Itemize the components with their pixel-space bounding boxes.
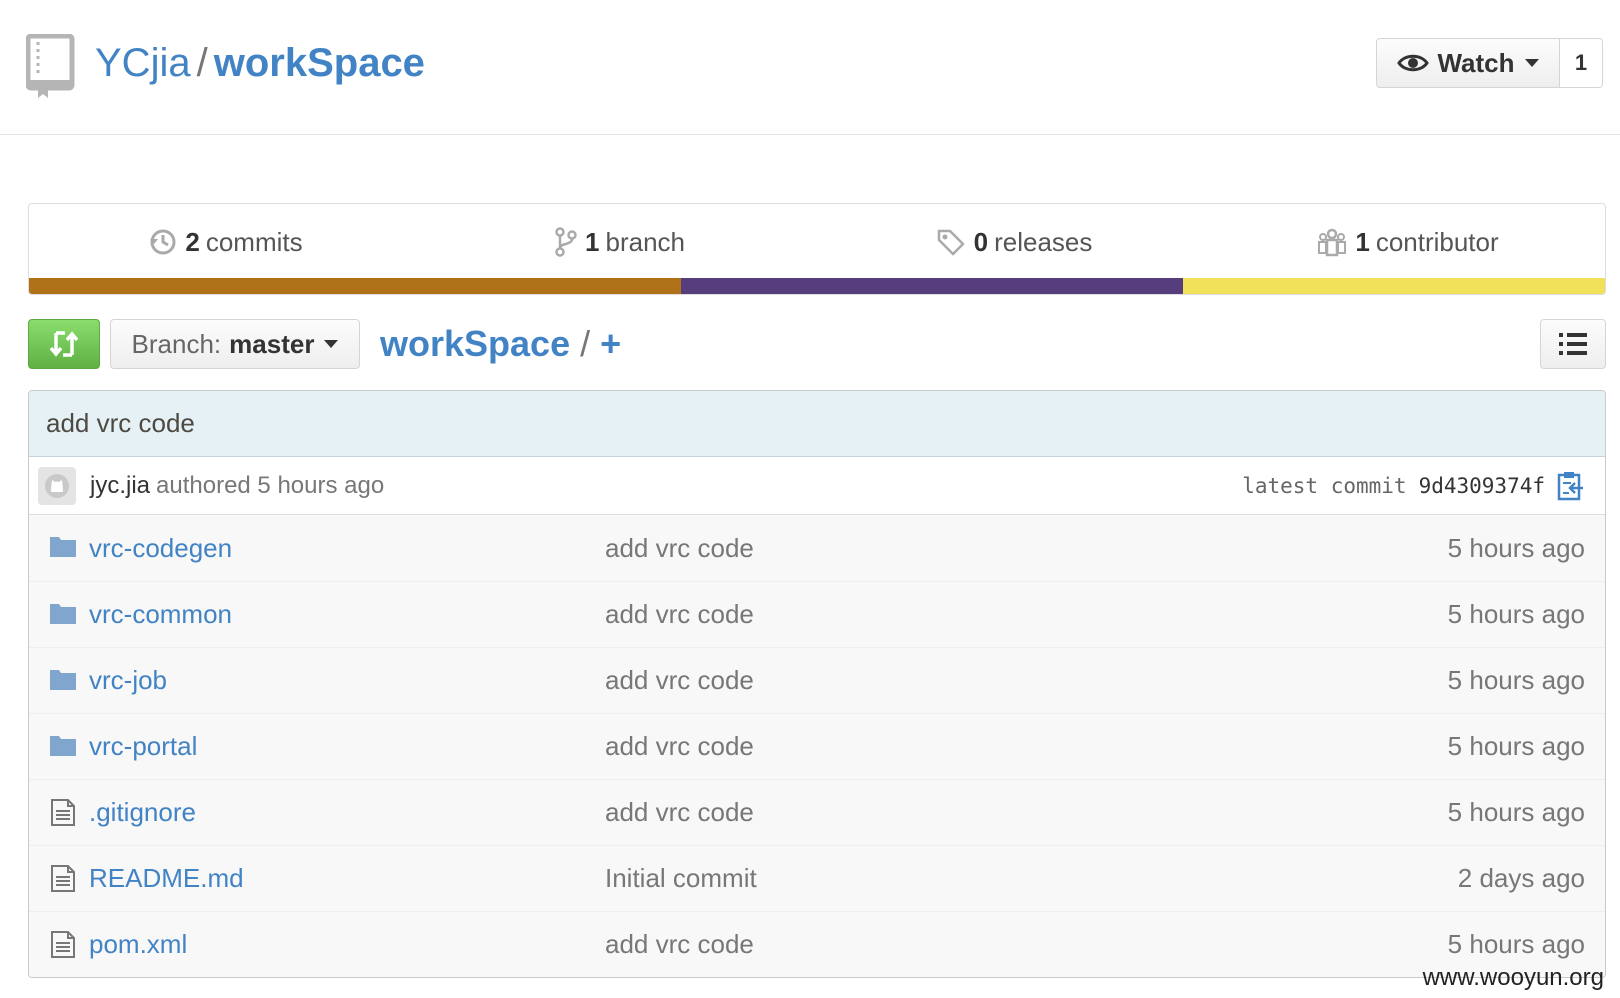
watch-label: Watch — [1437, 47, 1515, 78]
chevron-down-icon — [324, 340, 339, 348]
latest-commit-message[interactable]: add vrc code — [29, 391, 1605, 457]
file-age: 2 days ago — [1457, 863, 1585, 893]
file-row: vrc-common add vrc code 5 hours ago — [29, 581, 1605, 647]
branches-link[interactable]: 1 branch — [423, 204, 817, 280]
file-age: 5 hours ago — [1447, 731, 1585, 761]
contributors-count: 1 — [1355, 226, 1370, 257]
breadcrumb-separator: / — [580, 323, 591, 364]
file-name-link[interactable]: vrc-codegen — [89, 533, 232, 564]
branches-count: 1 — [585, 226, 600, 257]
folder-icon — [50, 537, 76, 557]
repo-summary: 2 commits 1 branch 0 releases 1 contribu… — [28, 203, 1606, 295]
latest-commit-label: latest commit — [1242, 474, 1407, 498]
releases-label: releases — [994, 226, 1093, 257]
commit-message-text: add vrc code — [46, 408, 195, 438]
file-text-icon — [51, 865, 75, 892]
repo-header: YCjia / workSpace Watch 1 — [0, 0, 1620, 135]
latest-commit-info: latest commit 9d4309374f — [1242, 457, 1585, 515]
file-name-link[interactable]: pom.xml — [89, 929, 187, 960]
compare-icon — [49, 331, 79, 357]
file-text-icon — [51, 931, 75, 958]
branch-label: Branch: — [131, 328, 222, 359]
file-text-icon — [51, 799, 75, 826]
repo-title-separator: / — [196, 41, 208, 85]
releases-count: 0 — [973, 226, 989, 257]
compare-button[interactable] — [28, 319, 100, 369]
branch-icon — [555, 227, 577, 257]
file-age: 5 hours ago — [1447, 532, 1585, 563]
language-segment[interactable] — [1182, 278, 1605, 294]
latest-commit-meta: jyc.jia authored 5 hours ago latest comm… — [29, 457, 1605, 515]
commit-authored-time: authored 5 hours ago — [156, 471, 385, 499]
file-name-link[interactable]: .gitignore — [89, 797, 196, 828]
folder-icon — [50, 736, 76, 756]
commit-author-link[interactable]: jyc.jia — [90, 472, 150, 500]
file-row: vrc-job add vrc code 5 hours ago — [29, 647, 1605, 713]
watch-count[interactable]: 1 — [1560, 38, 1603, 88]
breadcrumb: workSpace / + — [380, 321, 621, 367]
file-list: vrc-codegen add vrc code 5 hours ago vrc-co… — [29, 515, 1605, 977]
commits-link[interactable]: 2 commits — [29, 204, 423, 280]
file-commit-message-link[interactable]: add vrc code — [605, 665, 754, 696]
branches-label: branch — [605, 226, 685, 257]
repo-owner-link[interactable]: YCjia — [95, 41, 191, 85]
commits-count: 2 — [185, 226, 200, 257]
file-commit-message-link[interactable]: add vrc code — [605, 731, 754, 762]
file-table: add vrc code jyc.jia authored 5 hours ag… — [28, 390, 1606, 978]
repo-name-link[interactable]: workSpace — [214, 41, 425, 85]
organization-icon — [1318, 228, 1347, 257]
language-bar[interactable] — [29, 278, 1605, 294]
list-unordered-icon — [1559, 333, 1587, 355]
file-row: vrc-portal add vrc code 5 hours ago — [29, 713, 1605, 779]
file-age: 5 hours ago — [1447, 665, 1585, 695]
eye-icon — [1397, 54, 1430, 72]
file-commit-message-link[interactable]: Initial commit — [605, 863, 757, 894]
watermark-text: www.wooyun.org — [1422, 964, 1604, 991]
file-name-link[interactable]: vrc-portal — [89, 731, 197, 762]
commit-sha-link[interactable]: 9d4309374f — [1419, 474, 1545, 498]
file-row: .gitignore add vrc code 5 hours ago — [29, 779, 1605, 845]
commits-label: commits — [205, 226, 303, 257]
avatar[interactable] — [38, 466, 76, 505]
file-row: pom.xml add vrc code 5 hours ago — [29, 911, 1605, 977]
file-name-link[interactable]: vrc-common — [89, 599, 232, 630]
file-row: README.md Initial commit 2 days ago — [29, 845, 1605, 911]
octocat-icon — [45, 473, 69, 498]
language-segment[interactable] — [681, 278, 1183, 294]
repo-icon — [26, 34, 75, 98]
file-commit-message-link[interactable]: add vrc code — [605, 533, 754, 564]
folder-icon — [50, 604, 76, 624]
watch-group: Watch 1 — [1376, 38, 1603, 88]
file-row: vrc-codegen add vrc code 5 hours ago — [29, 515, 1605, 581]
file-age: 5 hours ago — [1447, 929, 1585, 959]
file-age: 5 hours ago — [1447, 797, 1585, 827]
breadcrumb-root-link[interactable]: workSpace — [380, 323, 570, 364]
history-icon — [150, 229, 176, 255]
repo-title: YCjia / workSpace — [95, 38, 425, 88]
file-commit-message-link[interactable]: add vrc code — [605, 599, 754, 630]
tag-icon — [937, 229, 965, 256]
file-name-link[interactable]: README.md — [89, 863, 244, 894]
branch-selector[interactable]: Branch: master — [110, 319, 360, 369]
folder-icon — [50, 670, 76, 690]
contributors-link[interactable]: 1 contributor — [1211, 204, 1605, 280]
releases-link[interactable]: 0 releases — [817, 204, 1211, 280]
list-view-button[interactable] — [1540, 319, 1606, 369]
new-file-link[interactable]: + — [600, 323, 621, 364]
file-commit-message-link[interactable]: add vrc code — [605, 797, 754, 828]
file-name-link[interactable]: vrc-job — [89, 665, 167, 696]
language-segment[interactable] — [29, 278, 682, 294]
branch-value: master — [229, 328, 315, 359]
clipboard-icon[interactable] — [1557, 471, 1585, 501]
file-commit-message-link[interactable]: add vrc code — [605, 929, 754, 960]
contributors-label: contributor — [1375, 226, 1499, 257]
watch-button[interactable]: Watch — [1376, 38, 1560, 88]
file-age: 5 hours ago — [1447, 599, 1585, 629]
chevron-down-icon — [1524, 59, 1539, 67]
